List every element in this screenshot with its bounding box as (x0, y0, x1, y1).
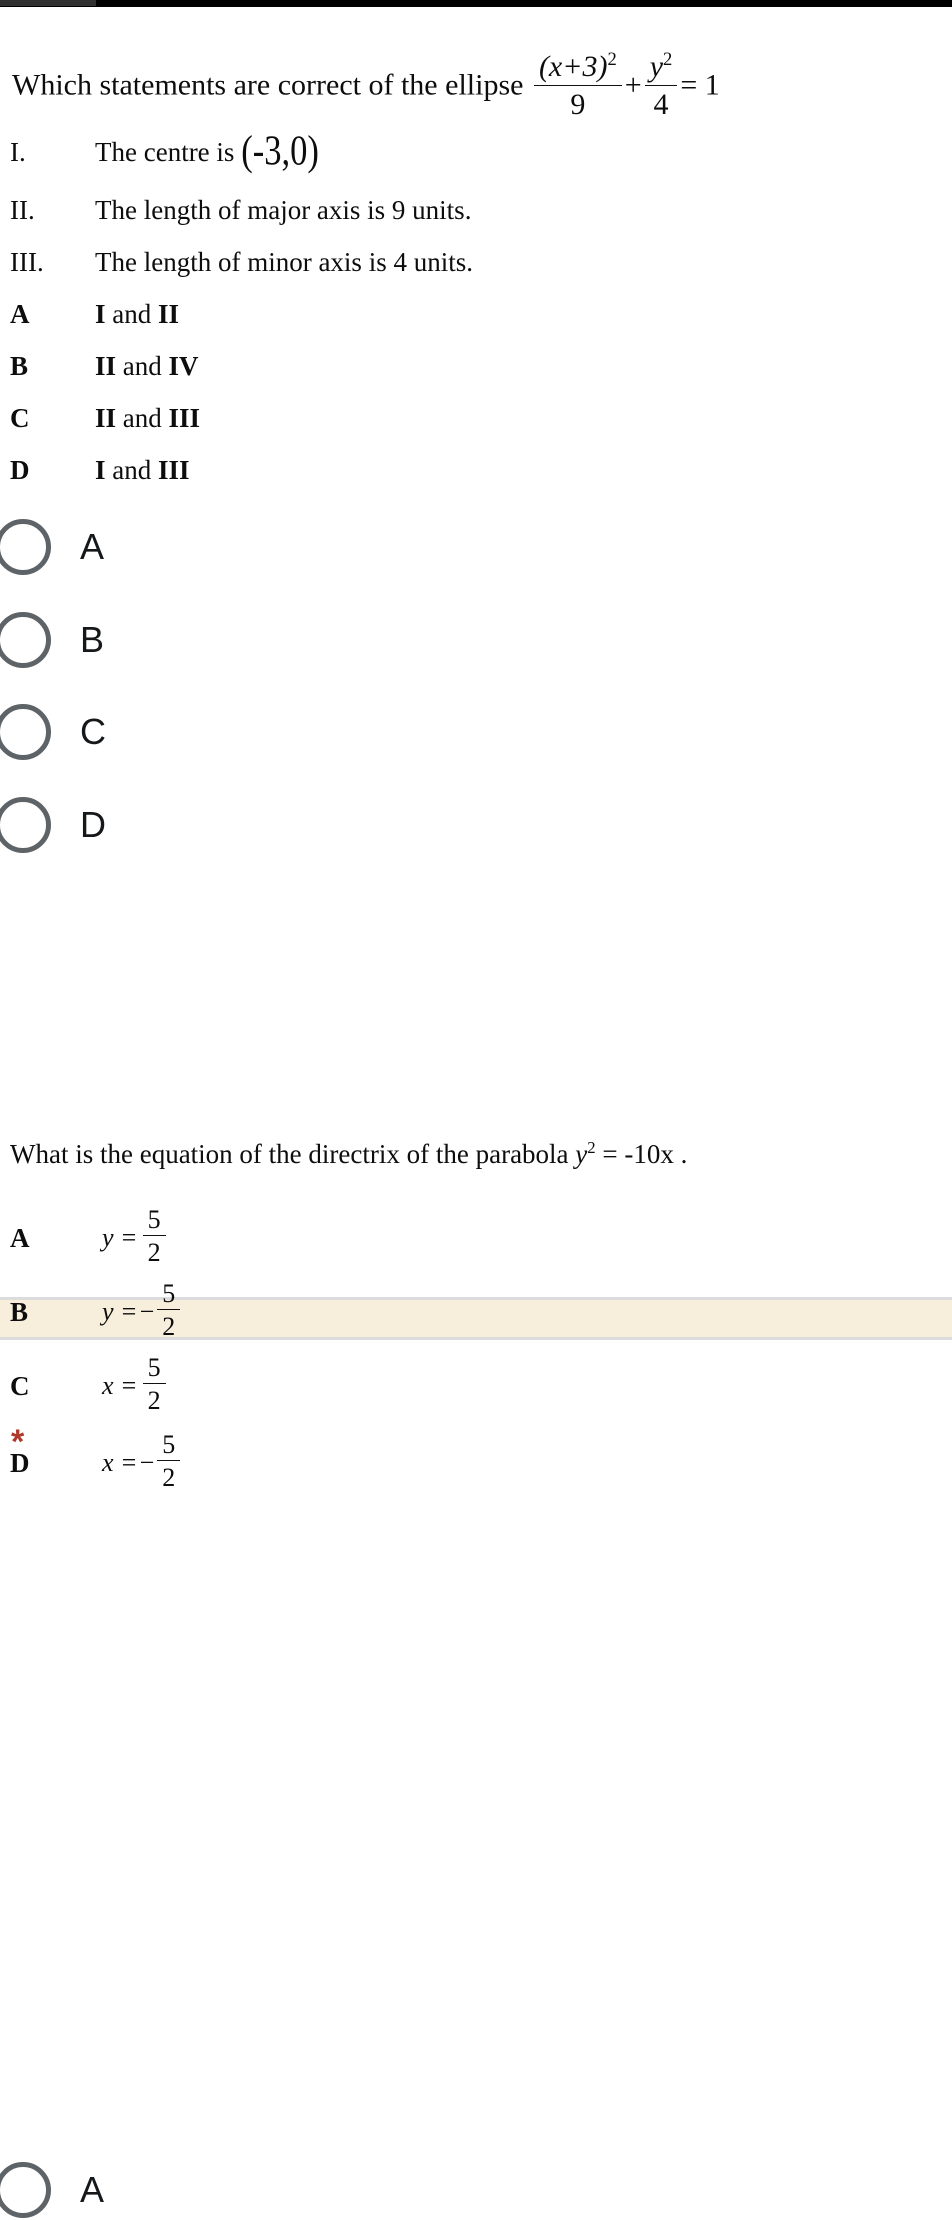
statement-2-marker: II. (10, 195, 35, 225)
option-c-fraction: 5 2 (142, 1353, 166, 1416)
option-a-text: I and II (95, 299, 180, 329)
question-1-radio-choice-b[interactable]: B (0, 610, 952, 670)
question-2-equation-rhs: = -10x (602, 1139, 674, 1169)
term-1-denominator: 9 (570, 87, 586, 121)
question-1-statement-3: III. The length of minor axis is 4 units… (10, 247, 950, 278)
option-d-marker: D (10, 1447, 30, 1478)
option-d-text: I and III (95, 455, 190, 485)
option-a-marker: A (10, 1222, 30, 1253)
question-1-option-c: C II and III (10, 403, 950, 434)
option-c-marker: C (10, 403, 30, 433)
statement-1-text: The centre is (-3,0) (95, 127, 319, 175)
option-c-marker: C (10, 1370, 30, 1401)
question-2-equation-exponent: 2 (587, 1138, 596, 1157)
term-1-numerator: (x+3)2 (533, 50, 622, 86)
radio-button-icon[interactable] (0, 2162, 51, 2218)
system-status-bar (0, 0, 952, 7)
radio-choice-label: C (80, 711, 106, 752)
option-a-marker: A (10, 299, 30, 329)
question-2-stem: What is the equation of the directrix of… (10, 1138, 688, 1170)
question-1-statement-2: II. The length of major axis is 9 units. (10, 195, 950, 226)
question-1-radio-choice-d[interactable]: D (0, 795, 952, 855)
radio-choice-label: D (80, 804, 106, 845)
option-d-fraction: 5 2 (157, 1430, 181, 1493)
question-1-stem: Which statements are correct of the elli… (12, 50, 720, 123)
question-2-option-c: C x = 5 2 (10, 1353, 169, 1417)
option-b-marker: B (10, 1296, 29, 1327)
option-d-expression: x = − 5 2 (102, 1430, 183, 1494)
radio-button-icon[interactable] (0, 797, 51, 853)
question-2-radio-choice-a[interactable]: A (0, 2160, 952, 2220)
question-1-option-d: D I and III (10, 455, 950, 486)
question-1-equation-term-2: y2 4 (644, 50, 678, 121)
radio-button-icon[interactable] (0, 704, 51, 760)
option-a-denominator: 2 (147, 1238, 161, 1268)
radio-button-icon[interactable] (0, 612, 51, 668)
option-b-denominator: 2 (162, 1312, 176, 1342)
option-c-numerator: 5 (142, 1353, 166, 1385)
option-b-sign: − (139, 1297, 155, 1327)
question-2-option-d: D x = − 5 2 (10, 1430, 183, 1494)
question-2-option-b: B y = − 5 2 (10, 1279, 183, 1343)
question-1-stem-text: Which statements are correct of the elli… (12, 68, 524, 102)
option-b-fraction: 5 2 (157, 1279, 181, 1342)
radio-choice-label: A (80, 526, 105, 567)
option-c-lead: x = (102, 1371, 138, 1401)
question-2-equation-variable: y (575, 1139, 588, 1169)
statement-3-marker: III. (10, 247, 44, 277)
option-a-fraction: 5 2 (142, 1205, 166, 1268)
term-2-numerator: y2 (644, 50, 678, 86)
option-c-expression: x = 5 2 (102, 1353, 169, 1417)
question-1-radio-choice-c[interactable]: C (0, 702, 952, 762)
option-b-lead: y = (102, 1297, 138, 1327)
option-a-expression: y = 5 2 (102, 1205, 169, 1269)
option-d-denominator: 2 (162, 1463, 176, 1493)
option-b-text: II and IV (95, 351, 199, 381)
question-1-statement-1: I. The centre is (-3,0) (10, 127, 950, 175)
option-b-marker: B (10, 351, 29, 381)
statement-2-text: The length of major axis is 9 units. (95, 195, 472, 225)
option-b-numerator: 5 (157, 1279, 181, 1311)
option-c-text: II and III (95, 403, 201, 433)
option-d-lead: x = (102, 1448, 138, 1478)
question-2-option-a: A y = 5 2 (10, 1205, 169, 1269)
option-a-lead: y = (102, 1223, 138, 1253)
option-d-numerator: 5 (157, 1430, 181, 1462)
statement-1-marker: I. (10, 137, 26, 167)
question-2-stem-text: What is the equation of the directrix of… (10, 1139, 569, 1169)
question-1-equation-equals: = 1 (680, 68, 720, 102)
radio-choice-label: B (80, 619, 105, 660)
radio-choice-label: A (80, 2169, 105, 2210)
statement-3-text: The length of minor axis is 4 units. (95, 247, 473, 277)
option-c-denominator: 2 (147, 1386, 161, 1416)
option-b-expression: y = − 5 2 (102, 1279, 183, 1343)
question-1-option-a: A I and II (10, 299, 950, 330)
radio-button-icon[interactable] (0, 519, 51, 575)
question-2-equation-period: . (680, 1139, 688, 1169)
term-2-denominator: 4 (653, 87, 669, 121)
system-status-bar-left-segment (0, 0, 96, 6)
question-1-equation-operator: + (624, 68, 642, 102)
option-a-numerator: 5 (142, 1205, 166, 1237)
option-d-sign: − (139, 1448, 155, 1478)
question-1-radio-choice-a[interactable]: A (0, 517, 952, 577)
option-d-marker: D (10, 455, 30, 485)
question-1-equation-term-1: (x+3)2 9 (533, 50, 622, 121)
statement-1-coordinate: (-3,0) (241, 127, 319, 175)
question-1-option-b: B II and IV (10, 351, 950, 382)
